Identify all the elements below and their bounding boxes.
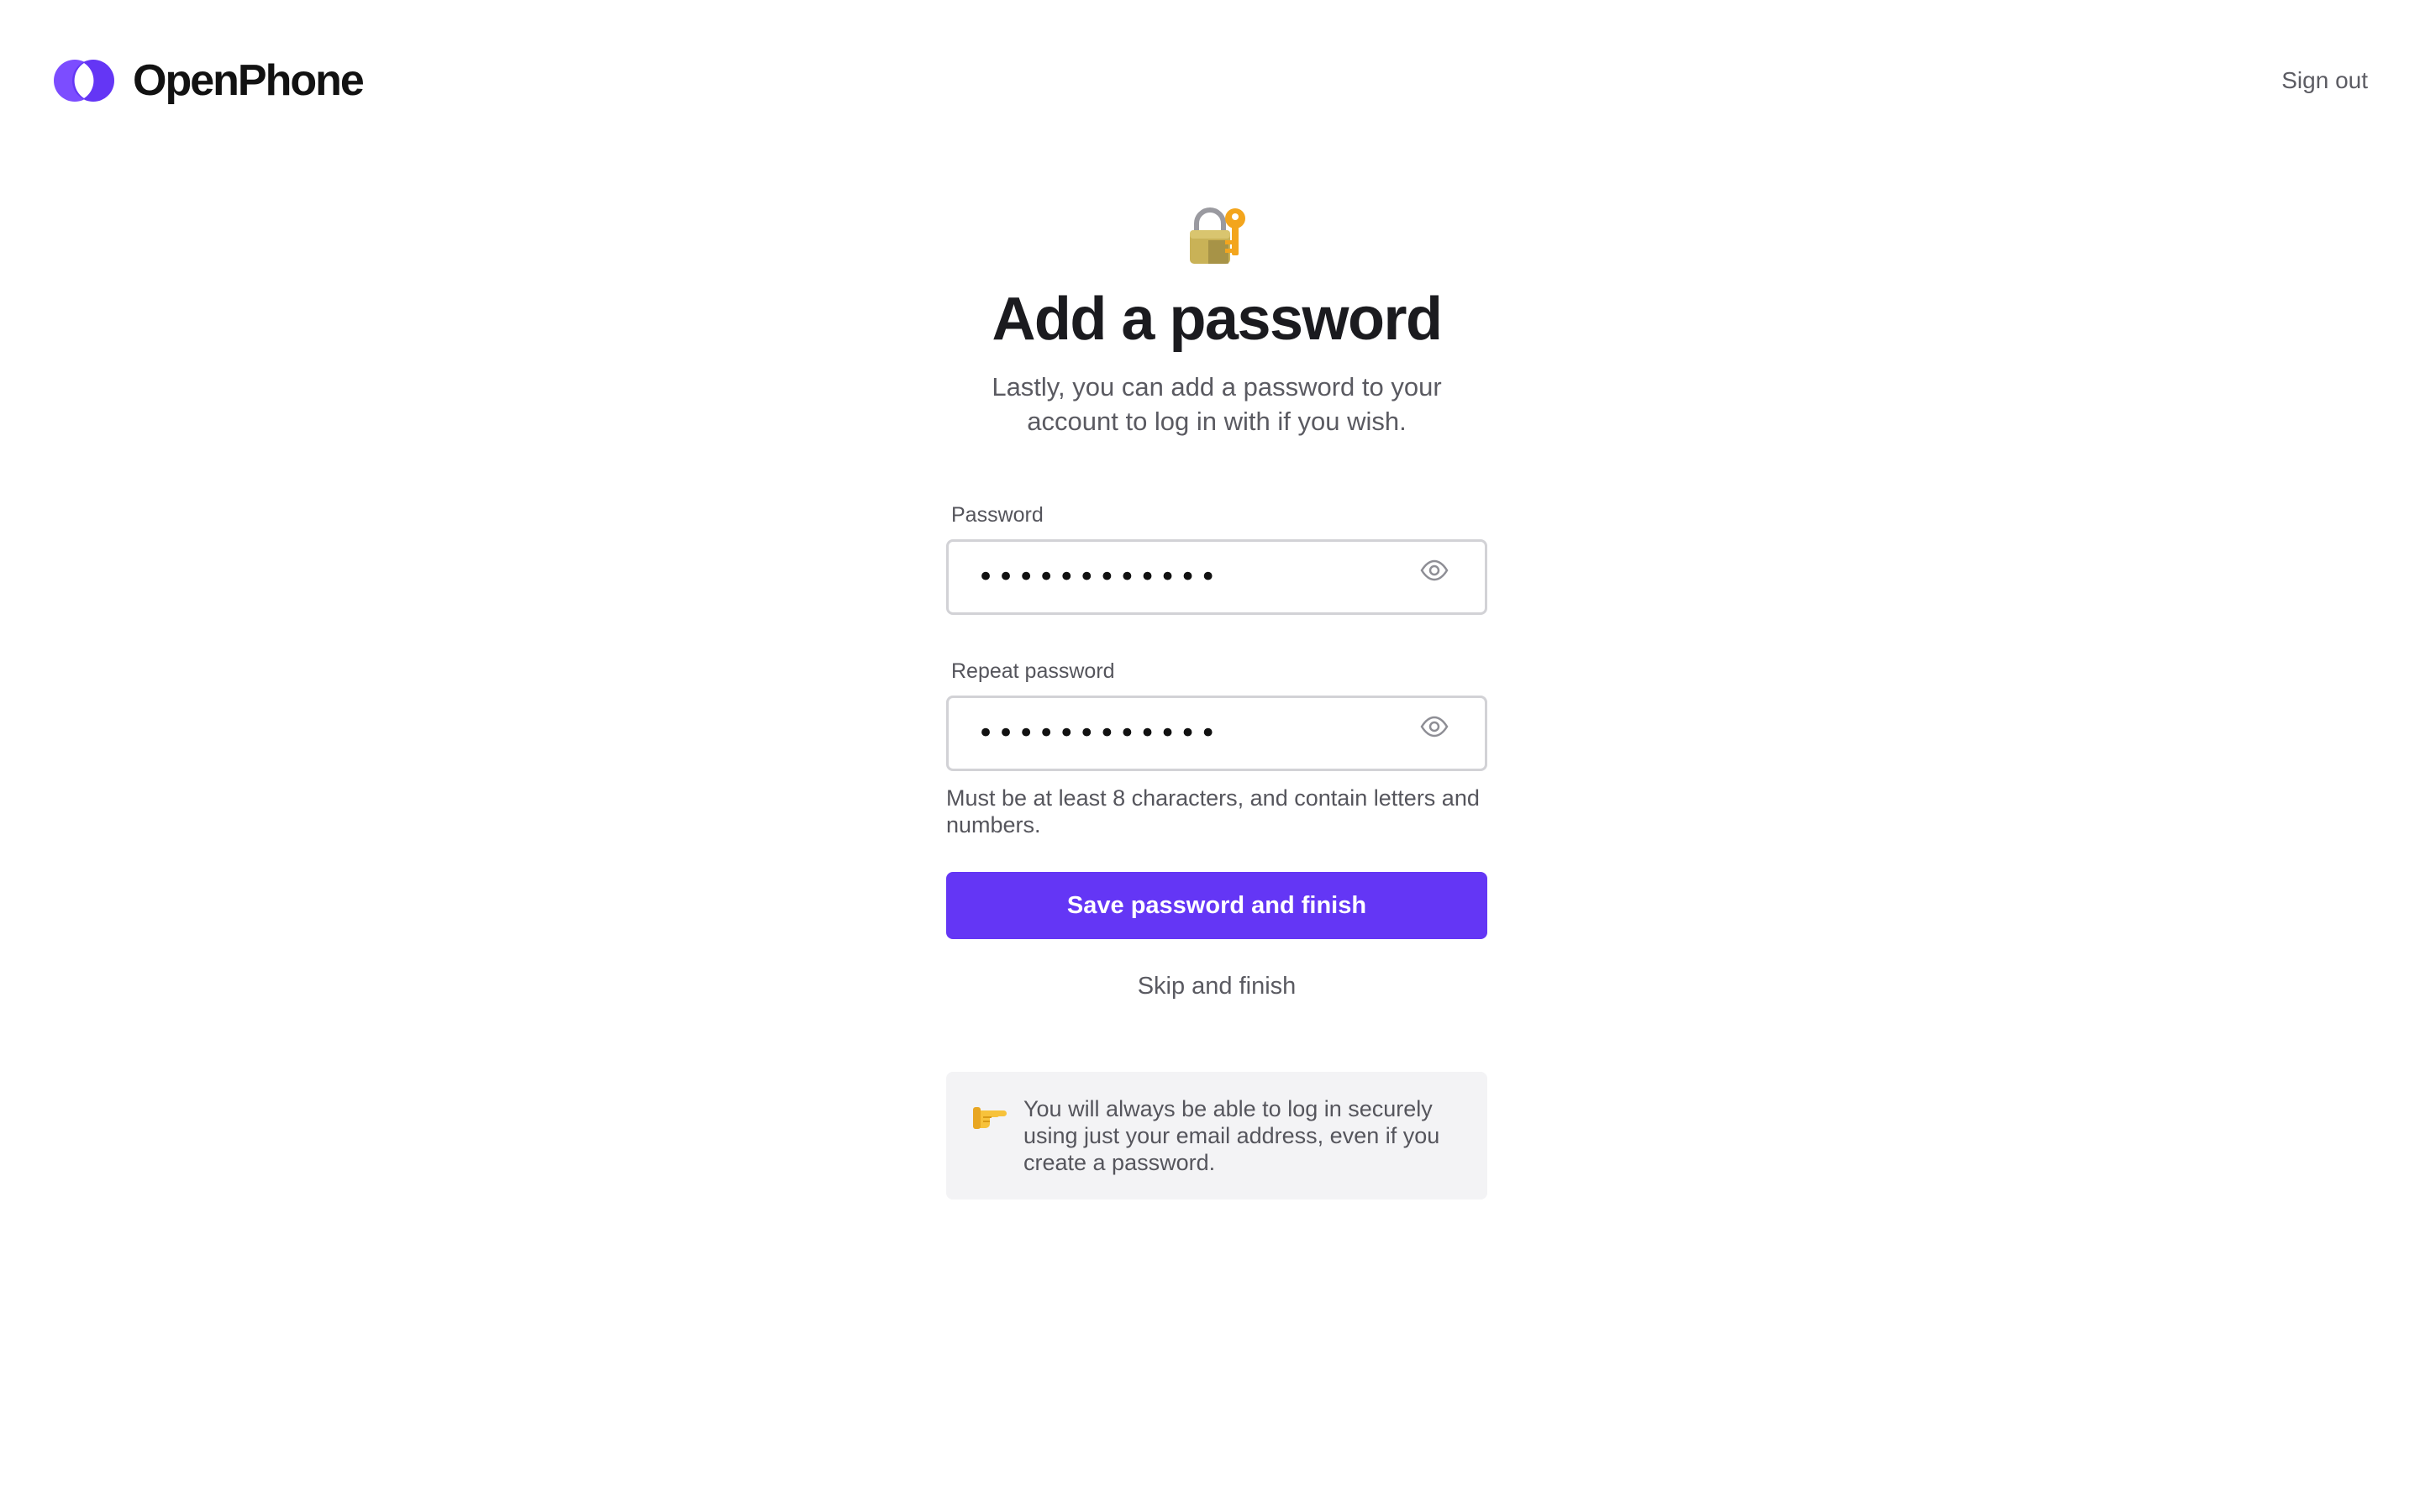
repeat-password-input[interactable] xyxy=(949,698,1419,769)
eye-icon[interactable] xyxy=(1419,555,1449,585)
page-title: Add a password xyxy=(992,286,1443,353)
password-hint: Must be at least 8 characters, and conta… xyxy=(946,785,1480,837)
openphone-logo-icon xyxy=(54,60,114,102)
page-subtitle: Lastly, you can add a password to your a… xyxy=(992,372,1442,436)
password-input[interactable] xyxy=(949,542,1419,612)
repeat-password-field-box xyxy=(946,696,1487,771)
repeat-password-label: Repeat password xyxy=(951,659,1115,683)
password-form: Add a password Lastly, you can add a pas… xyxy=(946,202,1487,1200)
brand-name: OpenPhone xyxy=(133,56,365,105)
save-password-button[interactable]: Save password and finish xyxy=(946,872,1487,939)
pointing-hand-icon xyxy=(973,1107,1007,1129)
eye-icon[interactable] xyxy=(1419,711,1449,742)
sign-out-link[interactable]: Sign out xyxy=(2281,64,2368,97)
brand-logo[interactable]: OpenPhone xyxy=(54,55,365,106)
page: OpenPhone Sign out Add a password Lastly… xyxy=(0,0,2420,1512)
info-note-text: You will always be able to log in secure… xyxy=(1023,1096,1440,1175)
skip-and-finish-link[interactable]: Skip and finish xyxy=(946,969,1487,1003)
password-label: Password xyxy=(951,503,1044,527)
locked-with-key-icon xyxy=(1190,207,1245,264)
info-note: You will always be able to log in secure… xyxy=(946,1072,1487,1200)
password-field-box xyxy=(946,539,1487,615)
